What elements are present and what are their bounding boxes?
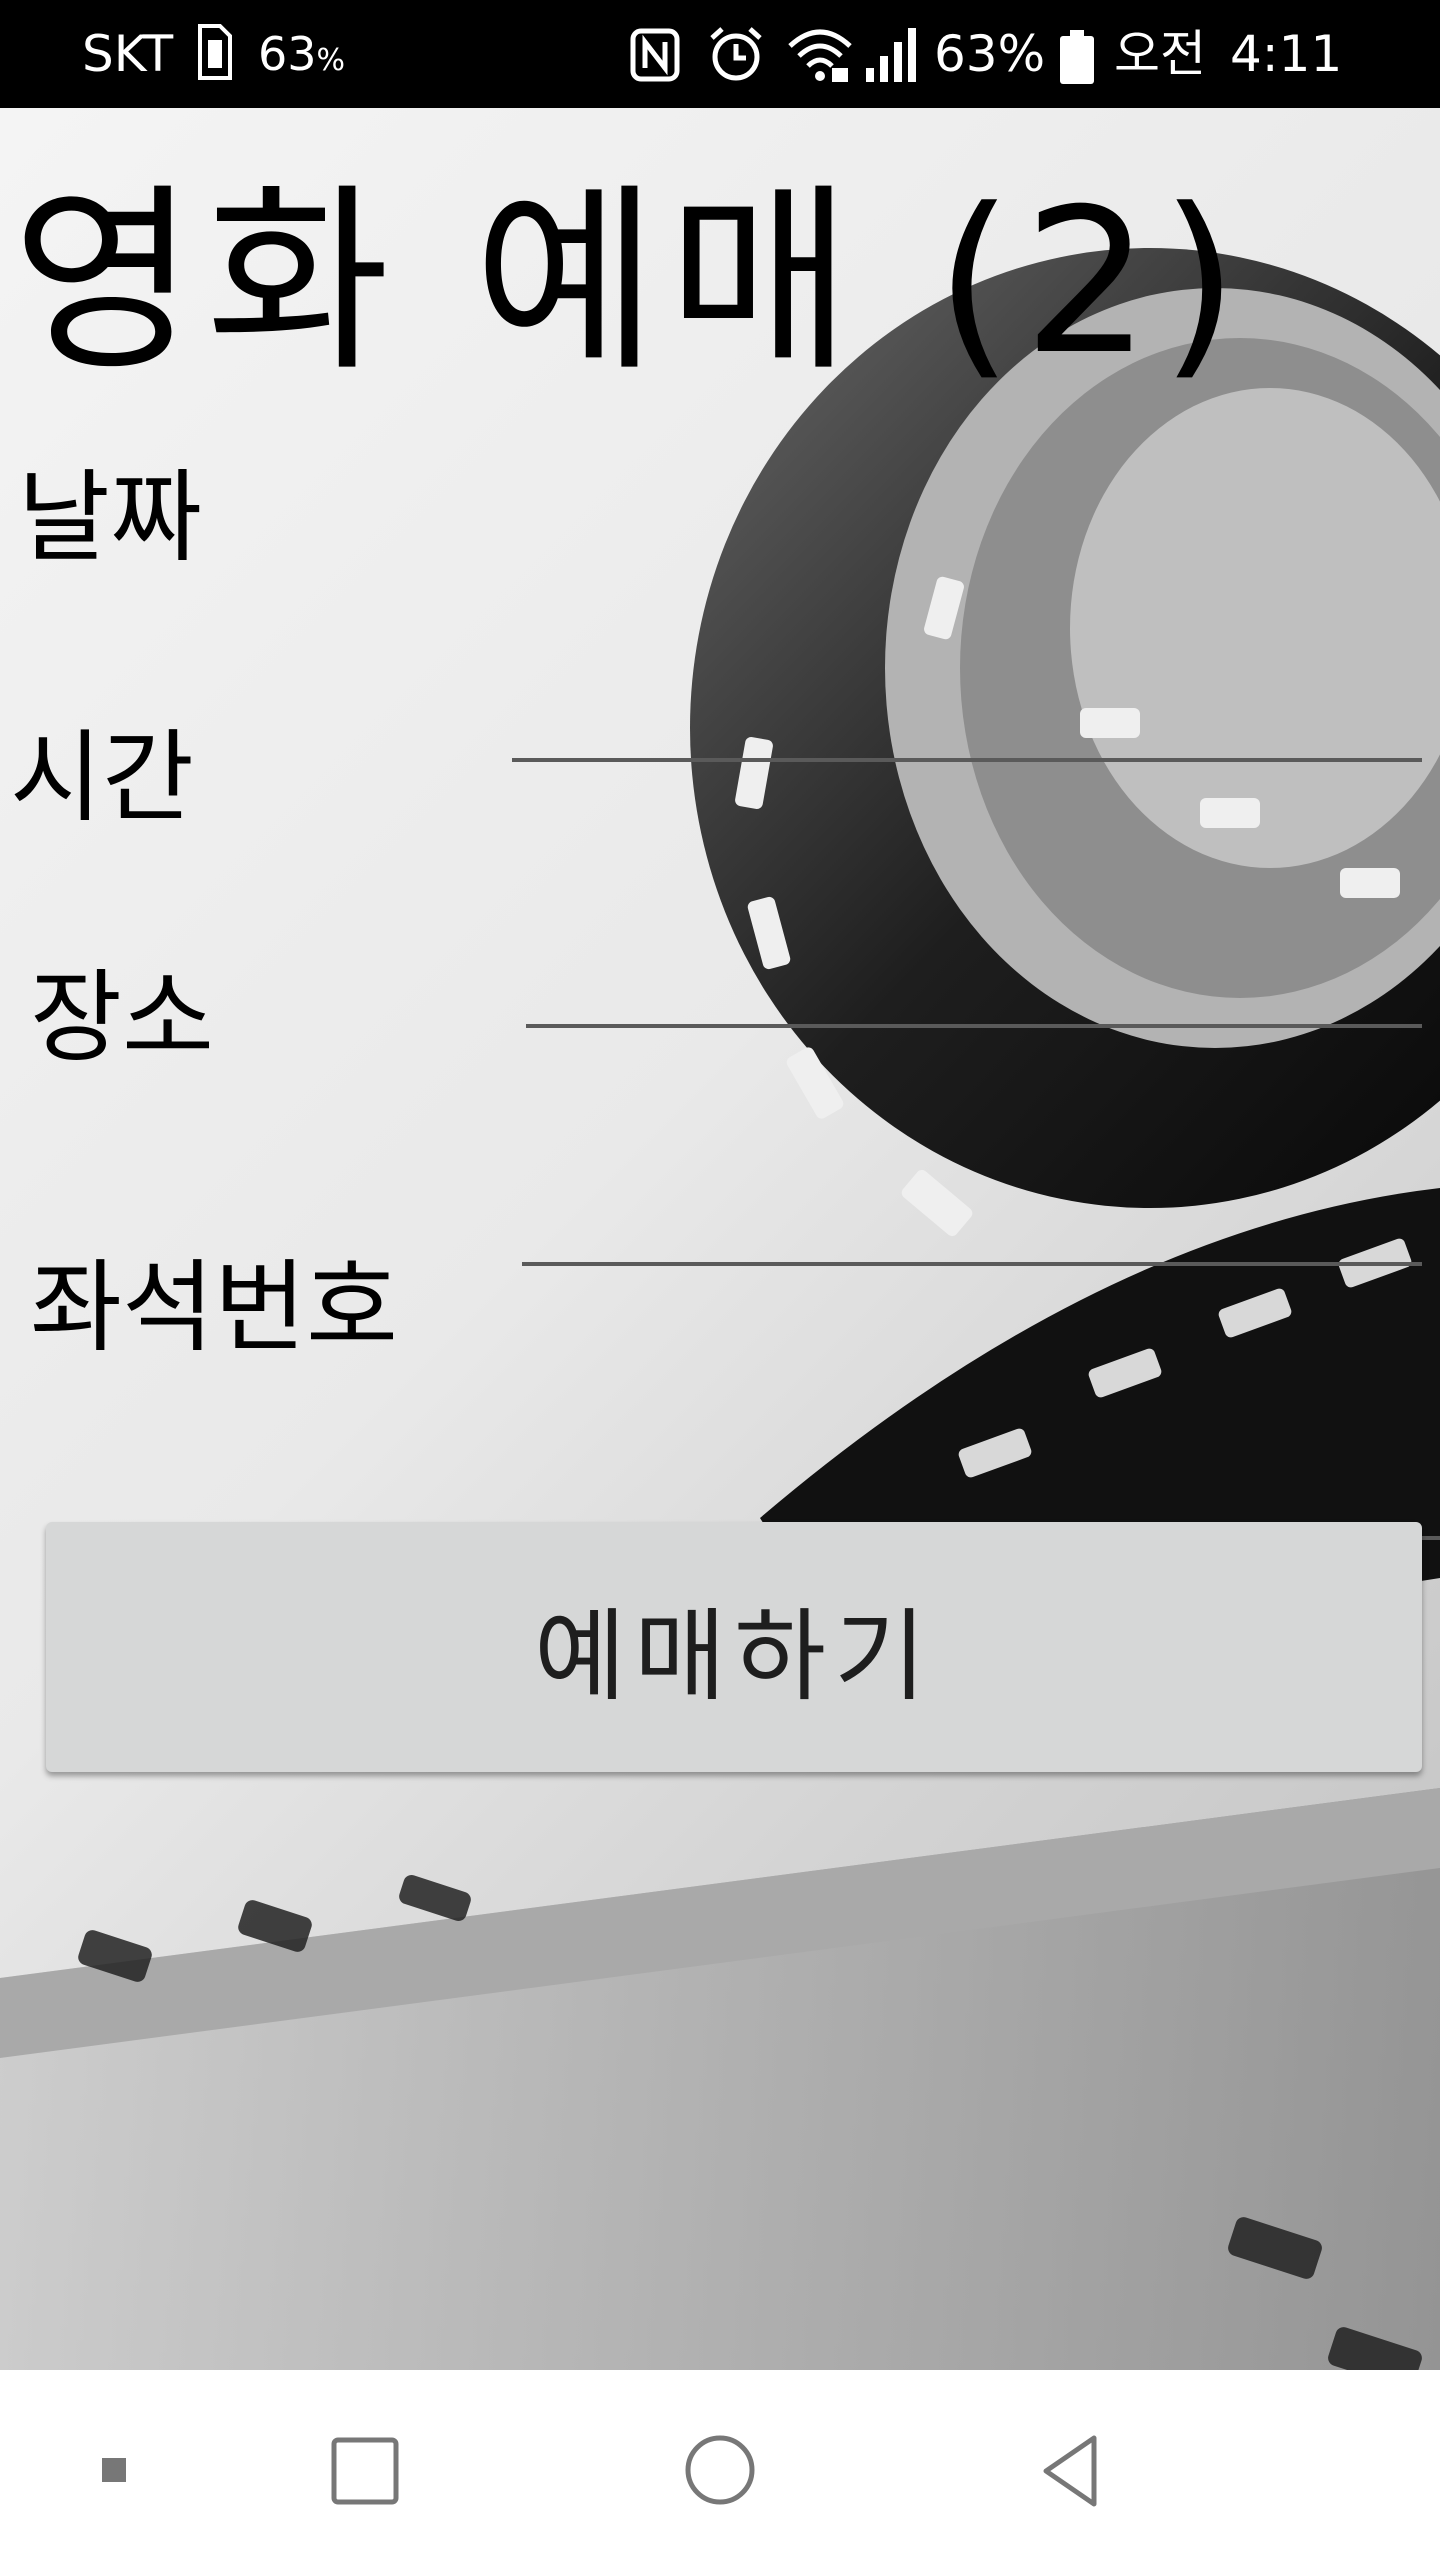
battery-icon	[1060, 30, 1094, 84]
home-icon[interactable]	[670, 2420, 770, 2520]
reservation-form: 영화 예매 (2) 날짜 시간 장소 좌석번호 예매하기	[0, 108, 1440, 2370]
back-icon[interactable]	[1024, 2420, 1124, 2520]
place-input[interactable]	[522, 1196, 1422, 1266]
battery-level-value: 63	[258, 27, 317, 81]
time-input[interactable]	[526, 958, 1422, 1028]
nfc-icon	[630, 28, 680, 82]
reserve-button[interactable]: 예매하기	[46, 1522, 1422, 1772]
wifi-icon	[788, 29, 852, 82]
battery-percent: 63%	[934, 25, 1046, 83]
place-label: 장소	[30, 959, 214, 1076]
status-bar: SKT 63% 63% 오전 4:11	[0, 0, 1440, 108]
seat-number-label: 좌석번호	[30, 1249, 398, 1366]
recent-apps-icon[interactable]	[314, 2420, 414, 2520]
battery-level-label: 63%	[258, 22, 345, 93]
dot-icon[interactable]	[64, 2420, 164, 2520]
page-title: 영화 예매 (2)	[12, 166, 1249, 399]
screen: SKT 63% 63% 오전 4:11 영화 예매 (2) 날짜 시간 장소 좌…	[0, 0, 1440, 2560]
carrier-label: SKT	[82, 25, 174, 83]
alarm-icon	[710, 27, 762, 81]
ampm-label: 오전	[1114, 25, 1206, 83]
cell-signal-icon	[866, 28, 916, 82]
date-input[interactable]	[512, 692, 1422, 762]
battery-level-unit: %	[316, 43, 346, 78]
clock: 4:11	[1230, 25, 1343, 83]
date-label: 날짜	[18, 459, 202, 576]
navigation-bar	[0, 2370, 1440, 2560]
time-label: 시간	[10, 719, 194, 836]
sim-card-icon	[198, 24, 232, 80]
